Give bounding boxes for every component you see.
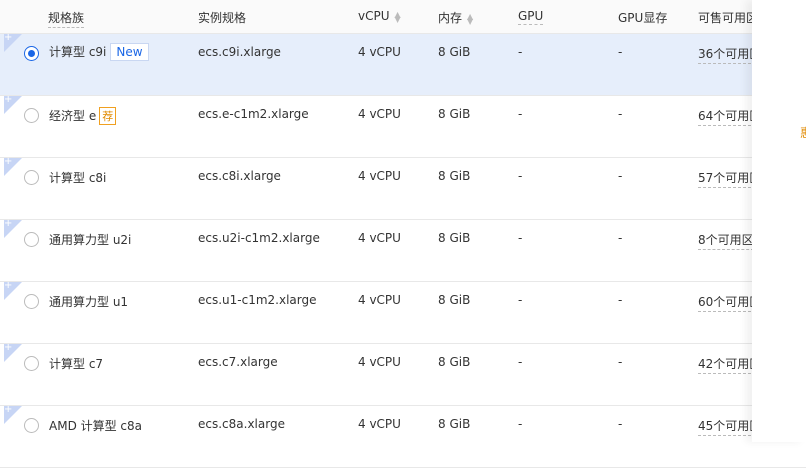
header-memory-label: 内存 [438,11,463,25]
expand-corner-icon[interactable]: + [4,404,22,424]
family-cell: 通用算力型 u1 [49,293,128,310]
spec-cell: ecs.u1-c1m2.xlarge [198,293,317,307]
family-label: 计算型 c9i [49,45,107,59]
row-radio[interactable] [24,46,39,61]
right-panel: 惠 [752,0,806,442]
row-radio[interactable] [24,294,39,309]
family-cell: AMD 计算型 c8a [49,417,142,434]
family-label: 经济型 e [49,109,97,123]
table-row[interactable]: + 计算型 c7 ecs.c7.xlarge 4 vCPU 8 GiB - - … [0,342,806,406]
gpu-cell: - [518,45,523,59]
memory-cell: 8 GiB [438,417,471,431]
recommend-badge: 荐 [99,107,117,125]
header-spec: 实例规格 [198,11,247,25]
spec-cell: ecs.e-c1m2.xlarge [198,107,309,121]
gpu-cell: - [518,169,523,183]
gpu-cell: - [518,417,523,431]
vcpu-cell: 4 vCPU [358,107,401,121]
header-vcpu-label: vCPU [358,9,390,23]
vcpu-cell: 4 vCPU [358,45,401,59]
sort-icon[interactable]: ▲ ▼ [395,10,401,23]
vcpu-cell: 4 vCPU [358,169,401,183]
row-radio[interactable] [24,232,39,247]
header-family[interactable]: 规格族 [48,9,85,28]
spec-cell: ecs.u2i-c1m2.xlarge [198,231,320,245]
gpu-cell: - [518,231,523,245]
expand-corner-icon[interactable]: + [4,342,22,362]
vcpu-cell: 4 vCPU [358,355,401,369]
table-row[interactable]: + 计算型 c8i ecs.c8i.xlarge 4 vCPU 8 GiB - … [0,156,806,220]
family-cell: 计算型 c9i New [49,43,149,61]
gpu-mem-cell: - [618,169,623,183]
table-header: 规格族 实例规格 vCPU ▲ ▼ 内存 ▲ ▼ GPU GPU显存 可售可用区 [0,0,806,34]
memory-cell: 8 GiB [438,107,471,121]
header-gpu[interactable]: GPU [518,9,544,25]
gpu-cell: - [518,355,523,369]
new-badge: New [110,43,149,61]
header-memory[interactable]: 内存 ▲ ▼ [438,9,473,26]
memory-cell: 8 GiB [438,169,471,183]
row-radio[interactable] [24,356,39,371]
header-vcpu[interactable]: vCPU ▲ ▼ [358,9,401,23]
row-radio[interactable] [24,418,39,433]
family-cell: 计算型 c7 [49,355,103,372]
gpu-mem-cell: - [618,355,623,369]
spec-cell: ecs.c8a.xlarge [198,417,285,431]
expand-corner-icon[interactable]: + [4,218,22,238]
zones-cell[interactable]: 8个可用区 [698,231,754,250]
expand-corner-icon[interactable]: + [4,32,22,52]
table-row[interactable]: + 经济型 e荐 ecs.e-c1m2.xlarge 4 vCPU 8 GiB … [0,94,806,158]
memory-cell: 8 GiB [438,45,471,59]
family-cell: 经济型 e荐 [49,107,117,125]
family-label: AMD 计算型 c8a [49,419,143,433]
row-radio[interactable] [24,108,39,123]
gpu-mem-cell: - [618,45,623,59]
vcpu-cell: 4 vCPU [358,231,401,245]
spec-cell: ecs.c8i.xlarge [198,169,281,183]
spec-cell: ecs.c7.xlarge [198,355,278,369]
family-label: 计算型 c7 [49,357,104,371]
vcpu-cell: 4 vCPU [358,417,401,431]
row-radio[interactable] [24,170,39,185]
side-text: 惠 [800,124,806,141]
header-zones: 可售可用区 [698,11,759,25]
expand-corner-icon[interactable]: + [4,280,22,300]
table-row[interactable]: + AMD 计算型 c8a ecs.c8a.xlarge 4 vCPU 8 Gi… [0,404,806,468]
gpu-mem-cell: - [618,293,623,307]
header-gpu-mem: GPU显存 [618,11,668,25]
table-row[interactable]: + 通用算力型 u1 ecs.u1-c1m2.xlarge 4 vCPU 8 G… [0,280,806,344]
family-cell: 计算型 c8i [49,169,106,186]
family-label: 通用算力型 u1 [49,295,129,309]
gpu-mem-cell: - [618,107,623,121]
memory-cell: 8 GiB [438,231,471,245]
expand-corner-icon[interactable]: + [4,94,22,114]
family-label: 通用算力型 u2i [49,233,132,247]
family-cell: 通用算力型 u2i [49,231,131,248]
gpu-cell: - [518,107,523,121]
gpu-cell: - [518,293,523,307]
table-row[interactable]: + 计算型 c9i New ecs.c9i.xlarge 4 vCPU 8 GiB… [0,32,806,96]
memory-cell: 8 GiB [438,355,471,369]
expand-corner-icon[interactable]: + [4,156,22,176]
table-row[interactable]: + 通用算力型 u2i ecs.u2i-c1m2.xlarge 4 vCPU 8… [0,218,806,282]
family-label: 计算型 c8i [49,171,107,185]
sort-icon[interactable]: ▲ ▼ [467,12,473,25]
memory-cell: 8 GiB [438,293,471,307]
gpu-mem-cell: - [618,417,623,431]
gpu-mem-cell: - [618,231,623,245]
spec-cell: ecs.c9i.xlarge [198,45,281,59]
vcpu-cell: 4 vCPU [358,293,401,307]
